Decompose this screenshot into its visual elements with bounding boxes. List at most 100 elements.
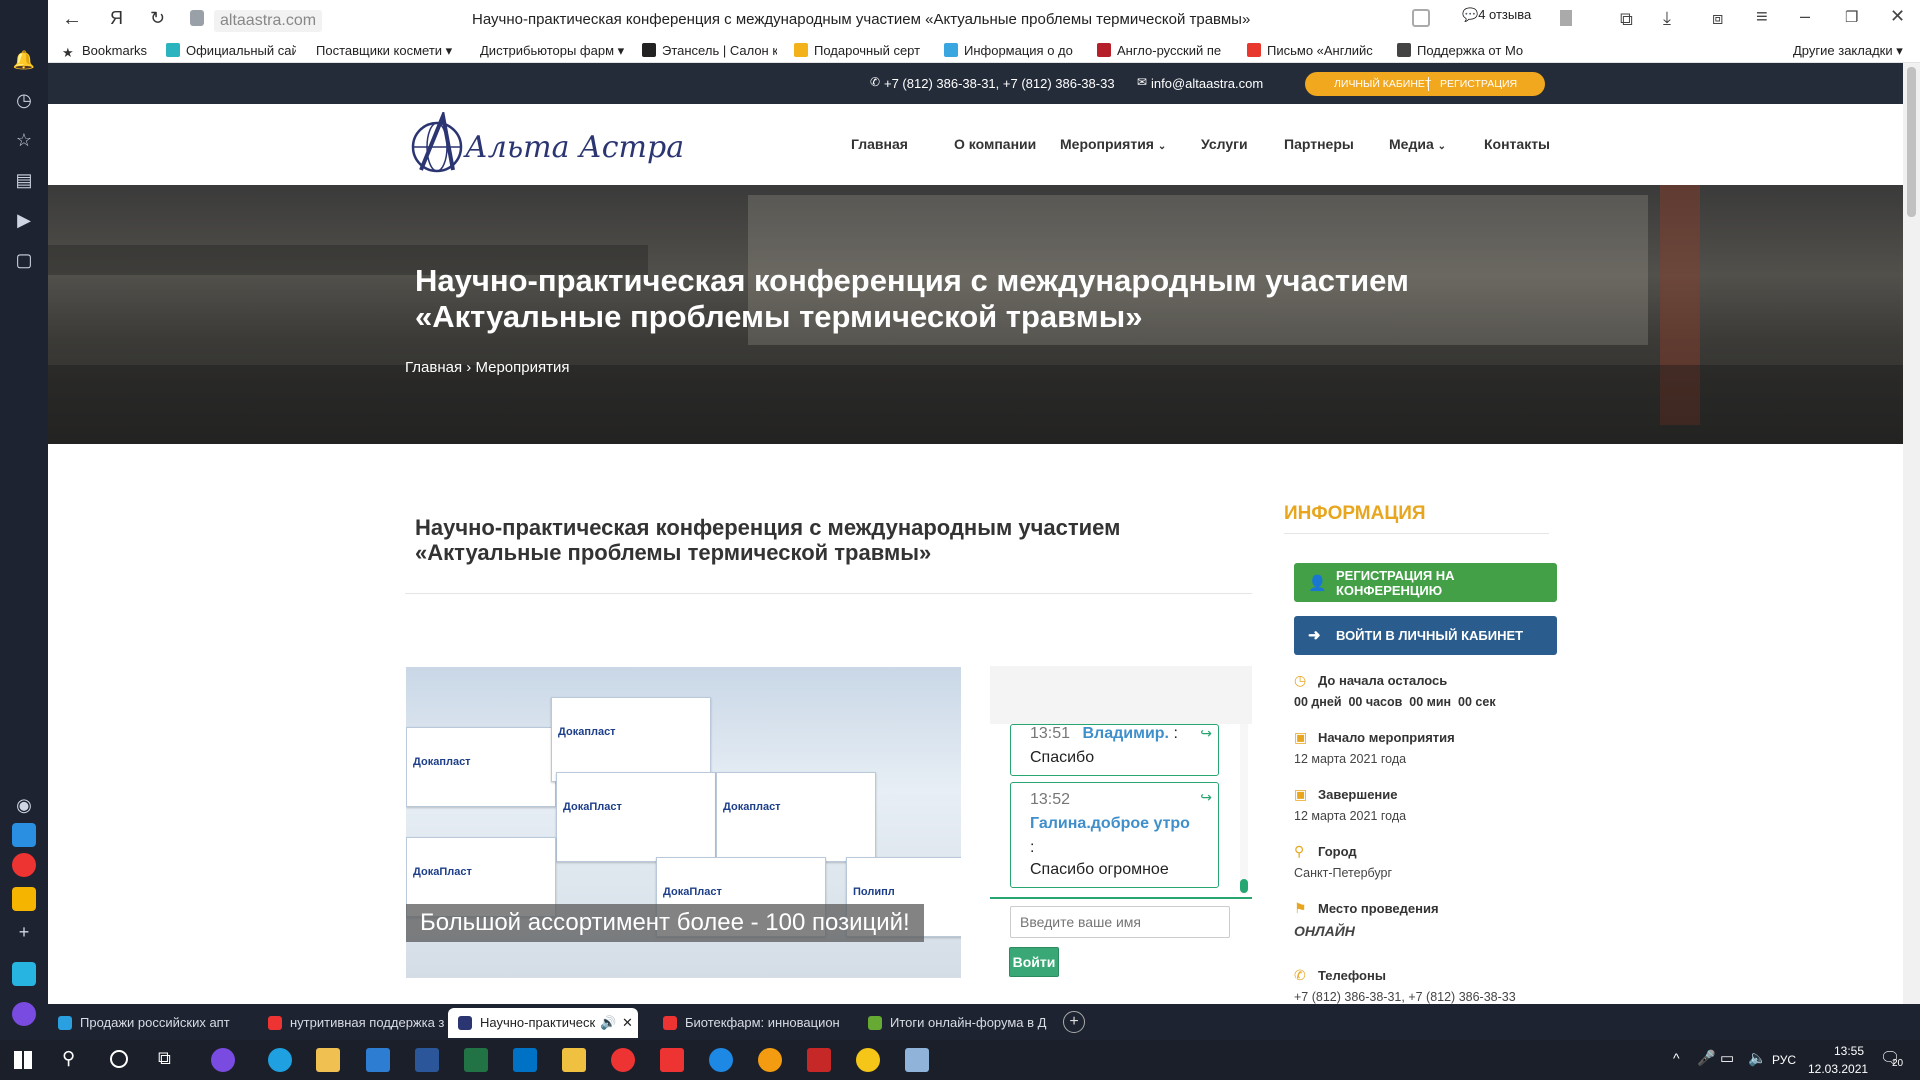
phones-value[interactable]: +7 (812) 386-38-31, +7 (812) 386-38-33 [1294, 990, 1516, 1004]
chat-login-button[interactable]: Войти [1009, 947, 1059, 977]
minimize-icon[interactable]: – [1800, 6, 1810, 27]
nav-home[interactable]: Главная [851, 136, 908, 152]
browser-tab[interactable]: Биотекфарм: инновацион [653, 1008, 848, 1038]
notes-icon[interactable]: ▤ [12, 168, 36, 192]
app-taskbar-icon[interactable] [905, 1048, 929, 1072]
app-taskbar-icon[interactable] [758, 1048, 782, 1072]
chat-name-input[interactable] [1010, 906, 1230, 938]
alice-icon[interactable] [12, 1002, 36, 1026]
topbar-phones[interactable]: +7 (812) 386-38-31, +7 (812) 386-38-33 [884, 76, 1115, 91]
favorites-icon[interactable]: ☆ [12, 128, 36, 152]
browser-tab-active[interactable]: Научно-практическ 🔊 ✕ [448, 1008, 638, 1038]
mail-app-icon[interactable] [366, 1048, 390, 1072]
yandex-icon[interactable] [660, 1048, 684, 1072]
bookmark-item[interactable]: ★ Bookmarks [62, 43, 147, 59]
reply-icon[interactable]: ↪ [1200, 789, 1212, 806]
breadcrumb-home[interactable]: Главная [405, 359, 462, 376]
alice-taskbar-icon[interactable] [211, 1048, 235, 1072]
nav-contacts[interactable]: Контакты [1484, 136, 1550, 152]
promo-slider[interactable]: Докапласт Докапласт ДокаПласт Докапласт … [406, 667, 961, 978]
nav-events[interactable]: Мероприятия ⌄ [1060, 136, 1166, 152]
chat-scrollbar[interactable] [1240, 724, 1248, 894]
register-conference-button[interactable]: 👤 РЕГИСТРАЦИЯ НА КОНФЕРЕНЦИЮ [1294, 563, 1557, 602]
nav-partners[interactable]: Партнеры [1284, 136, 1354, 152]
close-tab-icon[interactable]: ✕ [622, 1008, 633, 1038]
chat-author[interactable]: Владимир. [1083, 725, 1170, 742]
new-tab-button[interactable]: + [1063, 1011, 1085, 1033]
reviews-badge[interactable]: 💬4 отзыва [1462, 7, 1531, 23]
ie-icon[interactable] [709, 1048, 733, 1072]
search-icon[interactable]: ⚲ [62, 1048, 75, 1069]
menu-icon[interactable]: ≡ [1756, 6, 1768, 29]
reply-icon[interactable]: ↪ [1200, 725, 1212, 742]
bookmark-item[interactable]: Подарочный серт [794, 43, 930, 58]
login-cabinet-button[interactable]: ➜ ВОЙТИ В ЛИЧНЫЙ КАБИНЕТ [1294, 616, 1557, 655]
back-icon[interactable]: ← [62, 8, 82, 31]
page-scroll-thumb[interactable] [1907, 67, 1916, 217]
register-link[interactable]: РЕГИСТРАЦИЯ [1440, 78, 1517, 90]
lock-icon[interactable] [190, 10, 204, 26]
network-icon[interactable]: ▭ [1720, 1049, 1734, 1067]
yandex-browser-icon[interactable] [611, 1048, 635, 1072]
close-window-icon[interactable]: ✕ [1890, 6, 1905, 27]
app-icon[interactable] [12, 962, 36, 986]
outlook-icon[interactable] [513, 1048, 537, 1072]
bookmark-item[interactable]: Дистрибьюторы фарм ▾ [480, 43, 630, 59]
bookmark-item[interactable]: Поставщики космети ▾ [316, 43, 466, 59]
collections-icon[interactable]: ⧉ [1620, 9, 1633, 30]
volume-icon[interactable]: 🔈 [1748, 1049, 1767, 1067]
speaker-icon[interactable]: 🔊 [600, 1008, 616, 1038]
cortana-icon[interactable] [110, 1050, 128, 1068]
excel-icon[interactable] [464, 1048, 488, 1072]
page-scrollbar[interactable] [1903, 63, 1920, 1004]
app-icon[interactable]: ◉ [12, 793, 36, 817]
bookmark-item[interactable]: Этансель | Салон к [642, 43, 777, 58]
app-icon[interactable] [12, 823, 36, 847]
extensions-icon[interactable]: ⧈ [1712, 8, 1723, 29]
windows-start-icon[interactable] [14, 1051, 32, 1069]
task-view-icon[interactable]: ⧉ [158, 1048, 171, 1069]
browser-tab[interactable]: нутритивная поддержка з [258, 1008, 453, 1038]
clock-date[interactable]: 12.03.2021 [1808, 1062, 1868, 1076]
maps-icon[interactable] [12, 853, 36, 877]
bookmark-item[interactable]: Письмо «Английс [1247, 43, 1383, 58]
chat-scroll-thumb[interactable] [1240, 879, 1248, 893]
notifications-icon[interactable]: 🔔 [12, 48, 36, 72]
language-indicator[interactable]: РУС [1772, 1053, 1796, 1067]
other-bookmarks[interactable]: Другие закладки ▾ [1793, 43, 1903, 59]
nav-about[interactable]: О компании [954, 136, 1036, 152]
explorer-icon[interactable] [562, 1048, 586, 1072]
reload-icon[interactable]: ↻ [150, 8, 165, 29]
bookmark-item[interactable]: Англо-русский пе [1097, 43, 1233, 58]
browser-tab[interactable]: Итоги онлайн-форума в Д [858, 1008, 1053, 1038]
1c-icon[interactable] [856, 1048, 880, 1072]
bookmark-icon[interactable] [1560, 10, 1572, 26]
protect-icon[interactable] [1412, 9, 1430, 27]
acrobat-icon[interactable] [807, 1048, 831, 1072]
download-icon[interactable]: ⤓ [1663, 8, 1671, 29]
site-logo[interactable]: Альта Астра [409, 112, 684, 174]
microphone-icon[interactable]: 🎤 [1697, 1049, 1716, 1067]
history-icon[interactable]: ◷ [12, 88, 36, 112]
bookmark-item[interactable]: Официальный сай [166, 43, 296, 58]
store-icon[interactable] [316, 1048, 340, 1072]
chat-author[interactable]: Галина.доброе утро [1030, 815, 1190, 833]
browser-tab[interactable]: Продажи российских апт [48, 1008, 243, 1038]
bookmark-item[interactable]: Поддержка от Мо [1397, 43, 1535, 58]
cabinet-link[interactable]: ЛИЧНЫЙ КАБИНЕТ [1334, 78, 1431, 90]
add-icon[interactable]: + [12, 920, 36, 944]
mail-icon[interactable] [12, 887, 36, 911]
bookmark-item[interactable]: Информация о до [944, 43, 1080, 58]
word-icon[interactable] [415, 1048, 439, 1072]
nav-services[interactable]: Услуги [1201, 136, 1248, 152]
tray-chevron-icon[interactable]: ^ [1673, 1050, 1680, 1066]
restore-icon[interactable]: ❐ [1845, 8, 1858, 26]
nav-media[interactable]: Медиа ⌄ [1389, 136, 1446, 152]
edge-icon[interactable] [268, 1048, 292, 1072]
media-icon[interactable]: ▶ [12, 208, 36, 232]
tab-counter-icon[interactable]: ▢ [12, 248, 36, 272]
yandex-home-icon[interactable]: Я [110, 8, 123, 29]
address-bar[interactable]: altaastra.com [214, 10, 323, 32]
clock-time[interactable]: 13:55 [1834, 1044, 1864, 1058]
topbar-email[interactable]: info@altaastra.com [1151, 76, 1263, 91]
